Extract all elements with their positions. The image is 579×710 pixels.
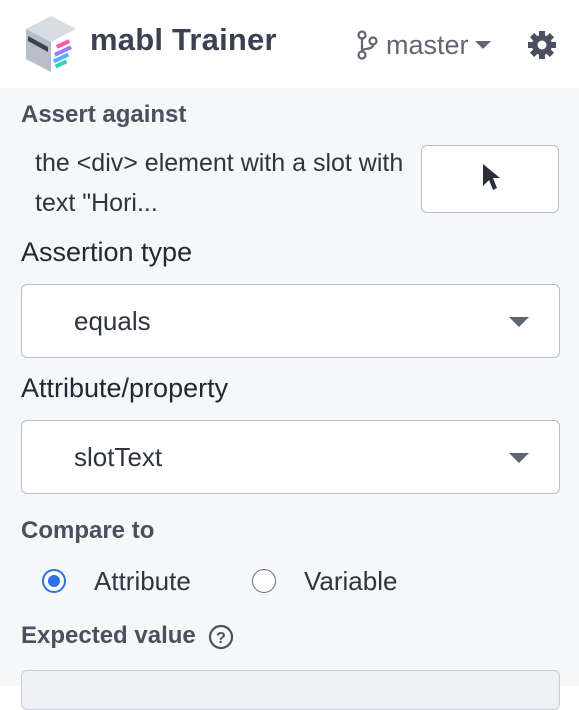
compare-to-label: Compare to	[21, 517, 155, 544]
settings-button[interactable]	[527, 30, 557, 60]
attribute-property-label: Attribute/property	[21, 373, 229, 403]
expected-value-label: Expected value	[21, 622, 196, 649]
expected-value-input[interactable]	[21, 670, 560, 710]
target-element-description: the <div> element with a slot with text …	[35, 149, 404, 217]
gear-icon	[528, 31, 556, 59]
assert-against-label: Assert against	[21, 101, 187, 128]
chevron-down-icon	[509, 317, 529, 327]
radio-attribute[interactable]: Attribute	[42, 563, 191, 599]
chevron-down-icon	[474, 41, 491, 49]
branch-selector[interactable]: master	[356, 28, 491, 62]
attribute-property-value: slotText	[74, 442, 163, 472]
assertion-type-value: equals	[74, 306, 151, 336]
attribute-property-select[interactable]: slotText	[21, 420, 560, 494]
mabl-logo	[22, 14, 80, 76]
git-branch-icon	[357, 30, 378, 60]
app-title: mabl Trainer	[90, 22, 277, 57]
cursor-pointer-icon	[483, 164, 500, 190]
radio-attribute-label: Attribute	[94, 565, 191, 596]
expected-value-heading: Expected value ?	[21, 622, 234, 650]
radio-variable[interactable]: Variable	[252, 563, 397, 599]
radio-variable-label: Variable	[304, 565, 398, 596]
radio-button-unchecked[interactable]	[252, 569, 276, 593]
help-icon[interactable]: ?	[208, 624, 234, 650]
radio-button-checked[interactable]	[42, 569, 66, 593]
branch-label: master	[386, 29, 469, 60]
chevron-down-icon	[509, 453, 529, 463]
svg-text:?: ?	[217, 630, 227, 647]
assertion-type-select[interactable]: equals	[21, 284, 560, 358]
element-picker-button[interactable]	[421, 145, 559, 213]
assertion-type-label: Assertion type	[21, 237, 193, 267]
app-header: mabl Trainer master	[0, 0, 579, 88]
